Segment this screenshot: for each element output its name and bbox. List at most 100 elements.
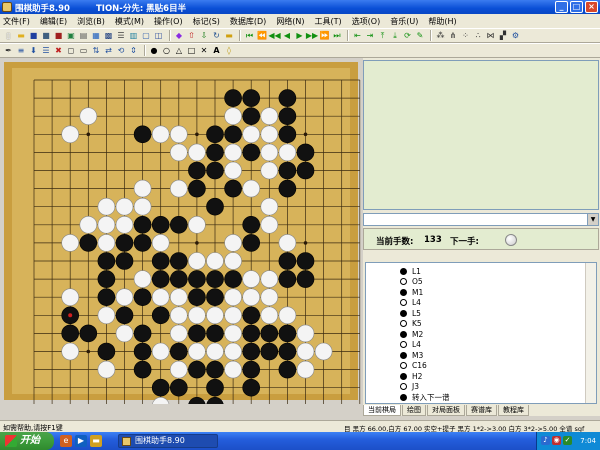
back-five-icon[interactable]: ◀◀ (268, 30, 280, 41)
black-stone[interactable] (278, 125, 297, 144)
white-stone[interactable] (224, 324, 242, 343)
white-stone[interactable] (133, 179, 152, 198)
black-stone[interactable] (188, 179, 206, 198)
white-stone[interactable] (242, 270, 261, 288)
comment-area[interactable] (363, 60, 599, 210)
upload-icon[interactable]: ⇧ (186, 30, 197, 41)
menu-help[interactable]: 帮助(H) (428, 16, 456, 27)
black-stone[interactable] (188, 360, 206, 379)
black-stone[interactable] (115, 252, 134, 270)
print-icon[interactable]: ▤ (78, 30, 89, 41)
black-stone[interactable] (206, 143, 224, 162)
black-stone[interactable] (151, 306, 170, 325)
start-button[interactable]: 开始 (0, 432, 54, 450)
tab-game-library[interactable]: 赛谱库 (466, 404, 497, 416)
black-stone[interactable] (260, 324, 279, 343)
white-stone[interactable] (224, 342, 242, 361)
black-stone[interactable] (242, 215, 261, 234)
white-stone[interactable] (169, 324, 188, 343)
white-stone[interactable] (61, 288, 80, 307)
black-stone[interactable] (242, 360, 261, 379)
menu-operate[interactable]: 操作(O) (154, 16, 183, 27)
white-stone[interactable] (151, 234, 170, 252)
white-stone[interactable] (260, 161, 279, 180)
white-stone[interactable] (224, 288, 242, 307)
rotate-icon[interactable]: ⟲ (116, 45, 127, 56)
black-stone[interactable] (278, 324, 297, 343)
black-stone[interactable] (278, 161, 297, 180)
list-item[interactable]: K5 (400, 319, 422, 330)
black-stone[interactable] (169, 215, 188, 234)
white-stone[interactable] (169, 306, 188, 325)
white-stone[interactable] (97, 215, 116, 234)
new-file-icon[interactable]: ▯ (3, 30, 14, 41)
list-item[interactable]: C16 (400, 361, 427, 372)
tab-drawing[interactable]: 绘图 (402, 404, 426, 416)
security-icon[interactable]: ✓ (563, 436, 572, 445)
black-stone[interactable] (151, 378, 170, 397)
white-stone[interactable] (115, 288, 134, 307)
back-one-icon[interactable]: ◀ (282, 30, 293, 41)
white-stone[interactable] (151, 288, 170, 307)
black-stone[interactable] (133, 215, 152, 234)
black-stone[interactable] (97, 270, 116, 288)
black-stone[interactable] (278, 360, 297, 379)
image-icon[interactable]: ▣ (66, 30, 77, 41)
list-item[interactable]: O5 (400, 277, 423, 288)
black-stone[interactable] (169, 342, 188, 361)
white-stone[interactable] (61, 342, 80, 361)
white-stone[interactable] (169, 125, 188, 144)
black-stone[interactable] (260, 342, 279, 361)
browser-icon[interactable]: e (60, 435, 72, 447)
black-stone[interactable] (206, 197, 224, 216)
menu-network[interactable]: 网络(N) (276, 16, 304, 27)
grid-view-icon[interactable]: ▦ (91, 30, 102, 41)
black-stone[interactable] (151, 215, 170, 234)
black-stone[interactable] (133, 324, 152, 343)
white-stone[interactable] (206, 252, 224, 270)
black-stone[interactable] (278, 89, 297, 107)
black-stone[interactable] (224, 89, 242, 107)
black-stone[interactable] (224, 179, 242, 198)
tab-game-panel[interactable]: 对局面板 (427, 404, 465, 416)
black-stone[interactable] (97, 288, 116, 307)
black-stone[interactable] (206, 288, 224, 307)
black-stone[interactable] (242, 324, 261, 343)
save-all-icon[interactable]: ■ (53, 30, 64, 41)
list-item[interactable]: J3 (400, 382, 419, 393)
download-icon[interactable]: ⇩ (199, 30, 210, 41)
list-item[interactable]: L4 (400, 298, 421, 309)
tab-current-game[interactable]: 当前棋局 (363, 404, 401, 416)
white-stone[interactable] (115, 215, 134, 234)
black-stone[interactable] (206, 161, 224, 180)
menu-database[interactable]: 数据库(D) (230, 16, 266, 27)
chart-icon[interactable]: ▞ (498, 30, 509, 41)
black-stone[interactable] (115, 306, 134, 325)
black-stone[interactable] (206, 324, 224, 343)
align-icon[interactable]: ≡ (16, 45, 27, 56)
variation-select[interactable]: ▼ (363, 213, 599, 226)
black-stone[interactable] (133, 342, 152, 361)
black-stone[interactable] (242, 378, 261, 397)
save-icon[interactable]: ■ (28, 30, 39, 41)
white-stone[interactable] (296, 324, 315, 343)
square-mark-icon[interactable]: □ (186, 45, 197, 56)
delete-icon[interactable]: ✖ (53, 45, 64, 56)
explorer-icon[interactable]: ▬ (90, 435, 102, 447)
menu-tools[interactable]: 工具(T) (315, 16, 342, 27)
black-stone[interactable] (296, 143, 315, 162)
white-stone[interactable] (260, 125, 279, 144)
mirror-icon[interactable]: ⇄ (103, 45, 114, 56)
white-stone[interactable] (97, 306, 116, 325)
white-stone[interactable] (97, 360, 116, 379)
white-stone[interactable] (260, 107, 279, 126)
arrow-down-icon[interactable]: ⬇ (28, 45, 39, 56)
white-stone[interactable] (278, 306, 297, 325)
white-stone[interactable] (224, 360, 242, 379)
stones-icon[interactable]: ⁘ (460, 30, 471, 41)
forward-one-icon[interactable]: ▶ (294, 30, 305, 41)
branch-up-icon[interactable]: ⤒ (377, 30, 388, 41)
last-move-icon[interactable]: ⏭ (332, 30, 343, 41)
black-stone[interactable] (169, 270, 188, 288)
white-stone[interactable] (169, 179, 188, 198)
